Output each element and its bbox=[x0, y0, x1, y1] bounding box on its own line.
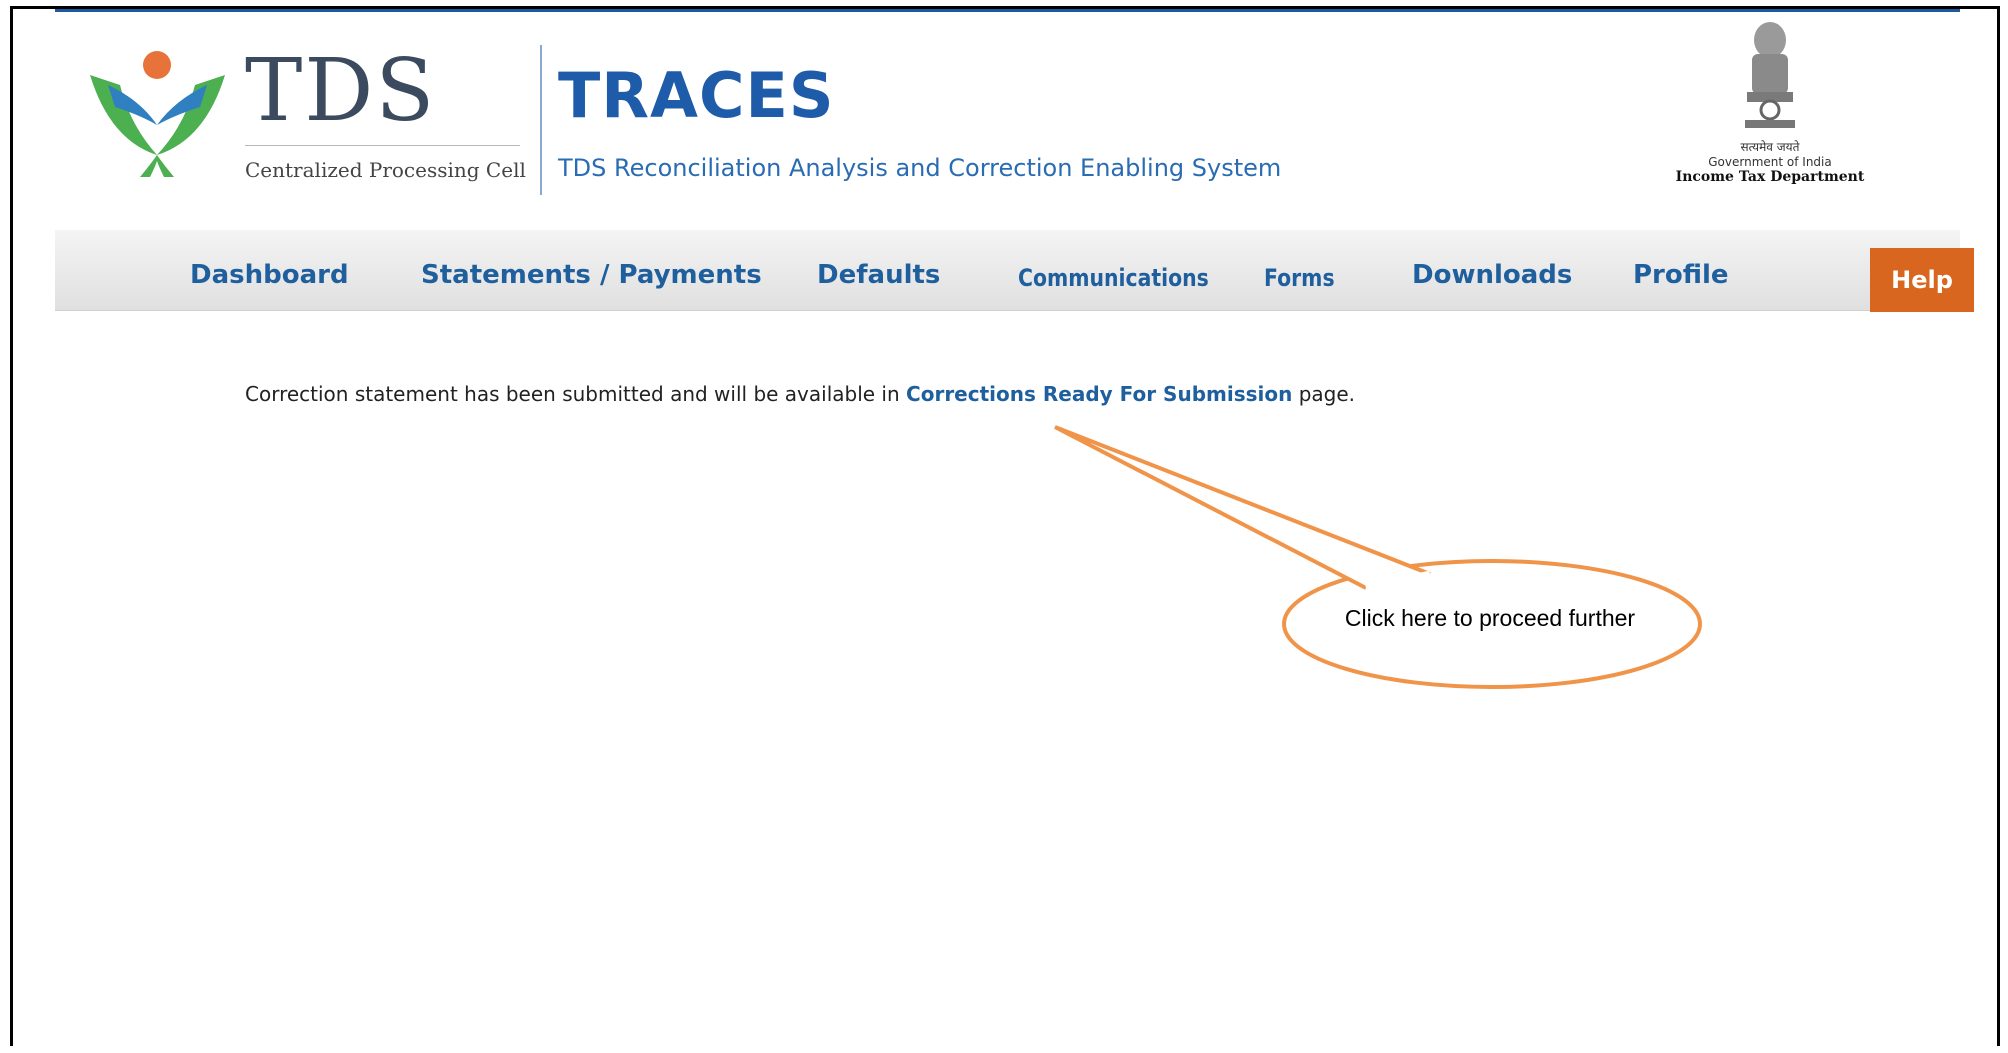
tds-wordmark: TDS bbox=[245, 41, 437, 141]
nav-defaults[interactable]: Defaults bbox=[817, 260, 940, 290]
emblem-caption: सत्यमेव जयते Government of India Income … bbox=[1640, 138, 1900, 185]
logo-divider bbox=[245, 145, 520, 146]
tds-logo-icon bbox=[90, 51, 225, 177]
nav-communications[interactable]: Communications bbox=[1018, 264, 1209, 292]
confirmation-message: Correction statement has been submitted … bbox=[245, 382, 1355, 406]
message-suffix: page. bbox=[1298, 382, 1356, 406]
emblem-hindi-text: सत्यमेव जयते bbox=[1740, 140, 1800, 154]
header-accent-line bbox=[55, 9, 1960, 12]
corrections-ready-link[interactable]: Corrections Ready For Submission bbox=[906, 382, 1292, 406]
callout-text: Click here to proceed further bbox=[1344, 605, 1636, 631]
nav-statements-payments[interactable]: Statements / Payments bbox=[421, 260, 762, 290]
message-prefix: Correction statement has been submitted … bbox=[245, 382, 900, 406]
nav-downloads[interactable]: Downloads bbox=[1412, 260, 1572, 290]
emblem-dept-text: Income Tax Department bbox=[1675, 169, 1865, 185]
logo-subtitle: Centralized Processing Cell bbox=[245, 158, 526, 182]
main-nav: Dashboard Statements / Payments Defaults… bbox=[55, 230, 1960, 311]
header-vertical-divider bbox=[540, 45, 542, 195]
nav-forms[interactable]: Forms bbox=[1264, 264, 1335, 292]
help-button[interactable]: Help bbox=[1870, 248, 1974, 312]
emblem-govt-text: Government of India bbox=[1708, 155, 1832, 169]
app-subtitle: TDS Reconciliation Analysis and Correcti… bbox=[558, 154, 1282, 182]
national-emblem-icon bbox=[1745, 22, 1795, 128]
nav-dashboard[interactable]: Dashboard bbox=[190, 260, 349, 290]
app-title: TRACES bbox=[558, 59, 835, 132]
nav-profile[interactable]: Profile bbox=[1633, 260, 1729, 290]
